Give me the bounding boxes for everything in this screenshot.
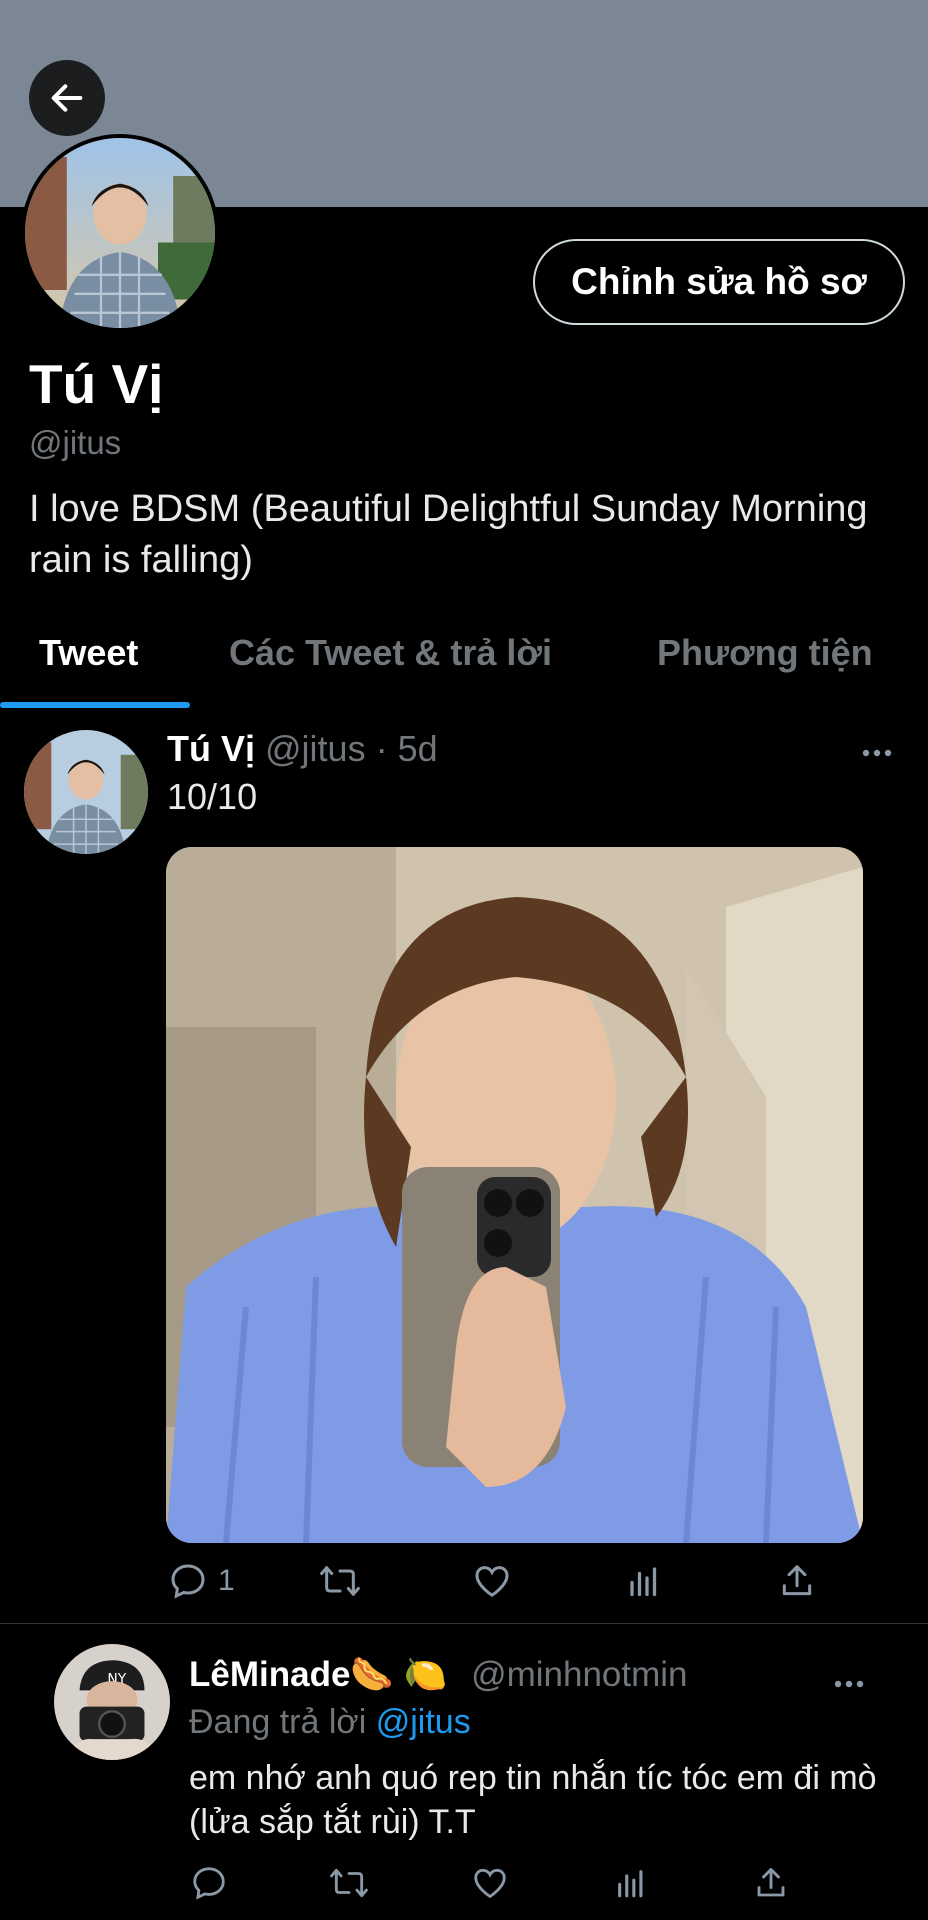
like-action[interactable]: [472, 1561, 512, 1601]
retweet-icon: [320, 1566, 360, 1596]
reply-action[interactable]: [190, 1864, 228, 1902]
heart-icon: [474, 1868, 506, 1899]
tab-tweet[interactable]: Tweet: [39, 632, 138, 674]
share-action[interactable]: [778, 1561, 816, 1601]
views-action[interactable]: [626, 1561, 662, 1601]
tweet-author-name[interactable]: Tú Vị: [167, 728, 255, 769]
reply-author-handle[interactable]: @minhnotmin: [471, 1655, 687, 1694]
retweet-action[interactable]: [318, 1561, 362, 1601]
profile-name: Tú Vị: [29, 353, 164, 415]
tweet-header: Tú Vị @jitus · 5d: [167, 728, 438, 770]
tweet-photo[interactable]: [166, 847, 863, 1543]
arrow-left-icon: [51, 84, 83, 112]
reply-count: 1: [218, 1564, 235, 1597]
avatar-photo: [24, 730, 148, 854]
tweet-text: 10/10: [167, 776, 258, 817]
share-action[interactable]: [753, 1864, 789, 1902]
tweet-avatar[interactable]: [24, 730, 148, 854]
tweet-separator: ·: [375, 728, 388, 769]
reply-avatar[interactable]: NY: [54, 1644, 170, 1760]
analytics-icon: [630, 1567, 657, 1597]
share-icon: [782, 1565, 812, 1596]
retweet-icon: [330, 1868, 368, 1898]
comment-icon: [171, 1564, 205, 1599]
profile-tabs: Tweet Các Tweet & trả lời Phương tiện: [0, 620, 928, 710]
profile-handle: @jitus: [29, 424, 122, 461]
reply-action[interactable]: 1: [168, 1561, 235, 1601]
replying-mention[interactable]: @jitus: [376, 1703, 471, 1741]
edit-profile-button[interactable]: Chỉnh sửa hồ sơ: [533, 239, 905, 325]
active-tab-indicator: [0, 702, 190, 708]
profile-avatar[interactable]: [21, 134, 219, 332]
replying-prefix: Đang trả lời: [189, 1703, 367, 1741]
profile-bio: I love BDSM (Beautiful Delightful Sunday…: [29, 488, 868, 581]
tweet-divider: [0, 1623, 928, 1624]
mirror-selfie-image: [166, 847, 863, 1543]
like-action[interactable]: [471, 1864, 509, 1902]
heart-icon: [475, 1566, 509, 1597]
share-icon: [757, 1868, 785, 1897]
lemon-emoji: 🍋: [403, 1655, 448, 1694]
tab-media[interactable]: Phương tiện: [657, 632, 873, 674]
replying-to: Đang trả lời @jitus: [189, 1703, 471, 1742]
back-button[interactable]: [29, 60, 105, 136]
comment-icon: [193, 1867, 225, 1900]
more-horizontal-icon[interactable]: [862, 732, 892, 766]
more-horizontal-icon[interactable]: [834, 1663, 864, 1697]
avatar-photo: [25, 138, 215, 328]
reply-text: em nhớ anh quó rep tin nhắn tíc tóc em đ…: [189, 1759, 877, 1841]
tweet-author-handle[interactable]: @jitus: [265, 728, 366, 769]
reply-header: LêMinade🌭 🍋 @minhnotmin: [189, 1654, 688, 1695]
analytics-icon: [618, 1870, 643, 1898]
reply-author-name[interactable]: LêMinade: [189, 1655, 350, 1694]
hotdog-emoji: 🌭: [350, 1655, 395, 1694]
retweet-action[interactable]: [328, 1864, 370, 1902]
tweet-time: 5d: [397, 728, 438, 769]
tab-tweets-and-replies[interactable]: Các Tweet & trả lời: [229, 632, 552, 674]
views-action[interactable]: [614, 1864, 648, 1902]
avatar-photo: NY: [54, 1644, 170, 1760]
